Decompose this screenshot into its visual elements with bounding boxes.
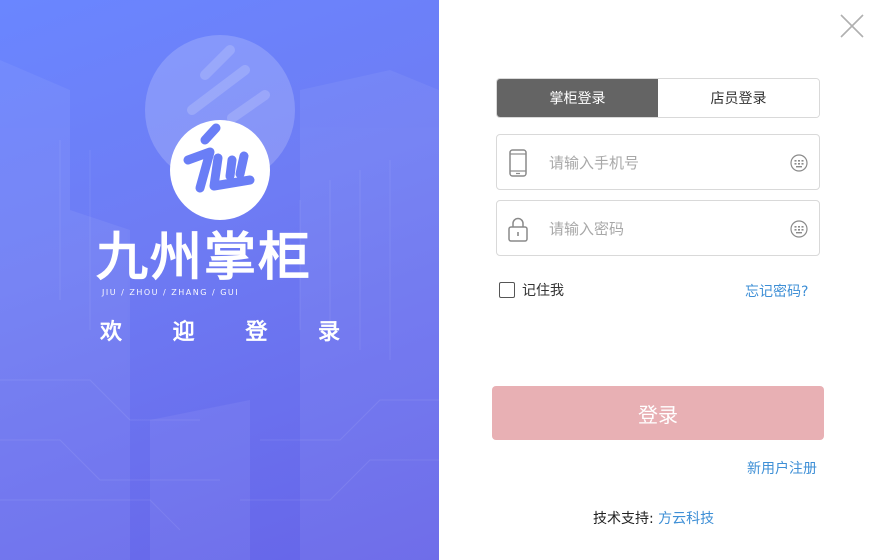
register-link[interactable]: 新用户注册 [747, 458, 817, 478]
password-input[interactable] [549, 215, 779, 243]
login-button[interactable]: 登录 [492, 386, 824, 440]
welcome-char: 迎 [172, 320, 195, 345]
keyboard-icon[interactable] [790, 154, 808, 172]
welcome-char: 登 [245, 320, 268, 345]
forgot-password-link[interactable]: 忘记密码? [745, 281, 808, 301]
password-field [496, 200, 820, 256]
brand-pinyin: JIU / ZHOU / ZHANG / GUI [102, 288, 240, 297]
login-type-tabs: 掌柜登录 店员登录 [496, 78, 820, 118]
keyboard-icon[interactable] [790, 220, 808, 238]
tab-staff-login[interactable]: 店员登录 [658, 79, 819, 117]
lock-icon [508, 217, 528, 242]
support-label: 技术支持: [593, 511, 654, 527]
remember-label: 记住我 [522, 283, 564, 299]
welcome-text: 欢 迎 登 录 [100, 314, 340, 346]
remember-me[interactable]: 记住我 [499, 280, 564, 300]
tab-owner-login[interactable]: 掌柜登录 [497, 79, 658, 117]
phone-input[interactable] [549, 149, 779, 177]
support-vendor-link[interactable]: 方云科技 [658, 511, 714, 527]
phone-icon [509, 149, 527, 177]
welcome-char: 欢 [100, 320, 123, 345]
welcome-char: 录 [317, 320, 340, 345]
remember-checkbox[interactable] [499, 282, 515, 298]
phone-field [496, 134, 820, 190]
brand-name: 九州掌柜 [96, 228, 313, 288]
tech-support: 技术支持: 方云科技 [593, 508, 714, 528]
brand-panel: 九州掌柜 JIU / ZHOU / ZHANG / GUI 欢 迎 登 录 [0, 0, 439, 560]
close-icon[interactable] [838, 12, 866, 40]
